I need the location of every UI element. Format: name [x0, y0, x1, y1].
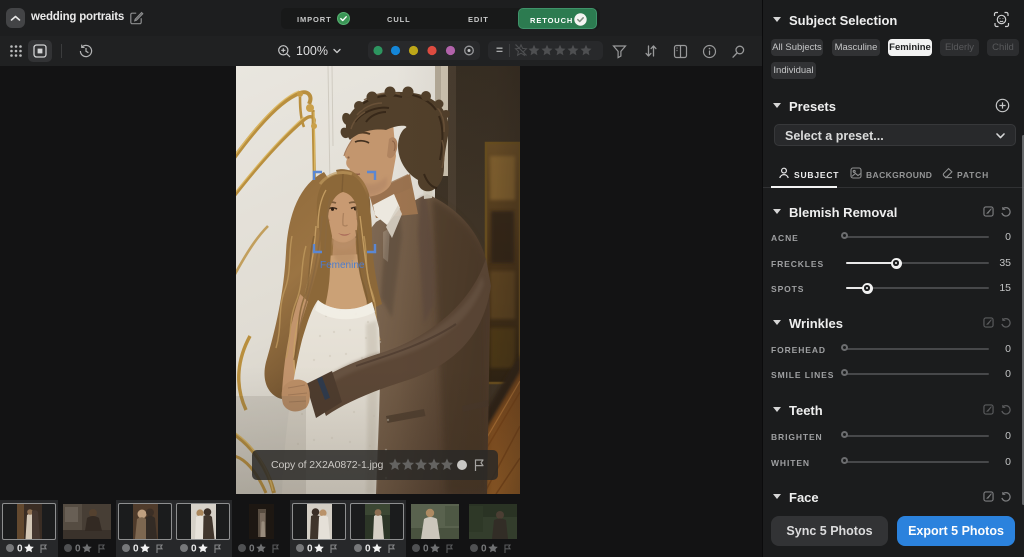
svg-text:0: 0 [17, 544, 23, 555]
svg-text:0: 0 [481, 544, 487, 555]
svg-text:0: 0 [249, 544, 255, 555]
svg-text:Femenine: Femenine [320, 260, 365, 271]
svg-text:0: 0 [307, 544, 313, 555]
svg-text:0: 0 [75, 544, 81, 555]
svg-text:0: 0 [365, 544, 371, 555]
svg-text:0: 0 [191, 544, 197, 555]
svg-text:0: 0 [423, 544, 429, 555]
svg-text:0: 0 [133, 544, 139, 555]
